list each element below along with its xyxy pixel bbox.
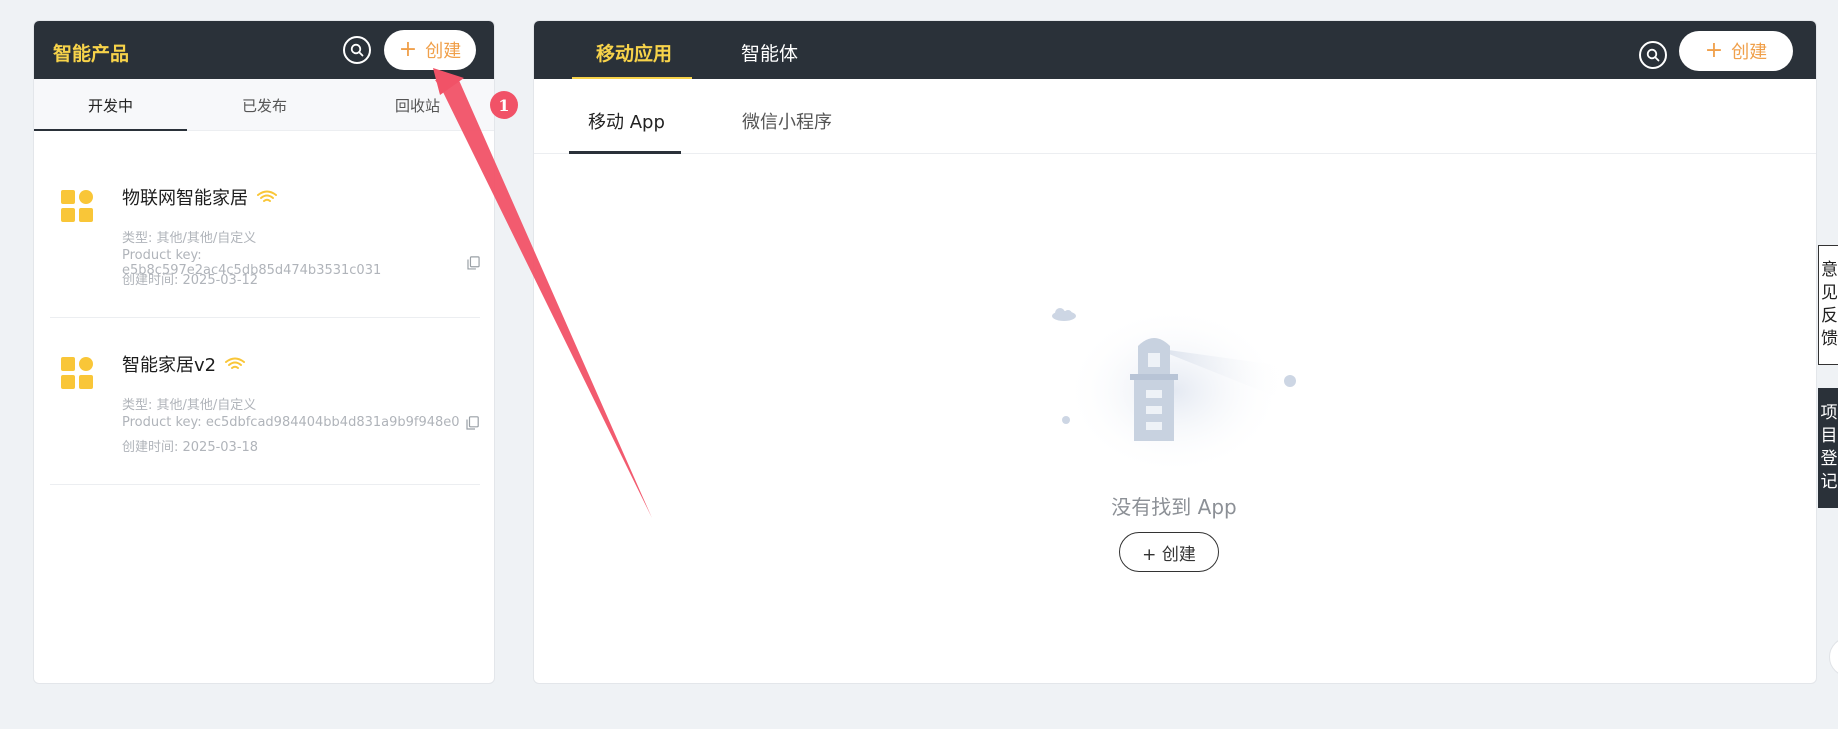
annotation-arrow-icon (433, 68, 652, 518)
annotation-badge: 1 (490, 91, 518, 119)
